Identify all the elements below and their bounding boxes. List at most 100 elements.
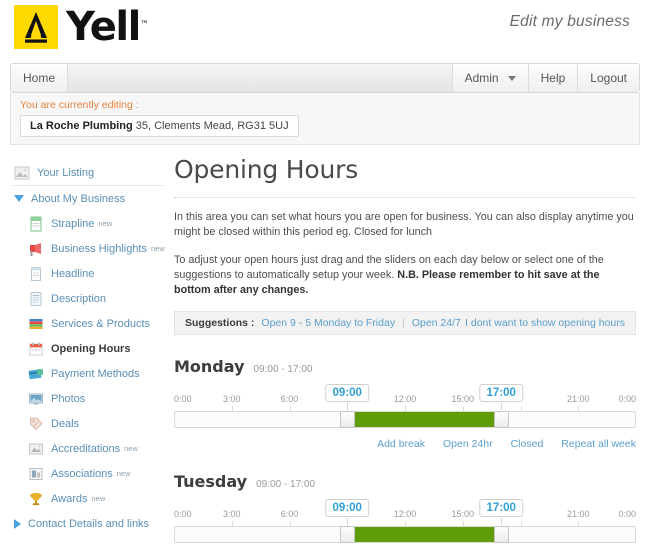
nav-logout-label: Logout	[590, 71, 627, 85]
sidebar-item-about-my-business[interactable]: About My Business	[12, 186, 164, 211]
business-chip[interactable]: La Roche Plumbing 35, Clements Mead, RG3…	[20, 115, 299, 137]
add-break-link-monday[interactable]: Add break	[377, 438, 425, 450]
slider-tickmark	[231, 406, 233, 412]
sidebar-item-label: Your Listing	[37, 166, 95, 179]
bubble-stem	[501, 403, 503, 410]
open-time-bubble[interactable]: 09:00	[325, 384, 369, 402]
suggestions-label: Suggestions :	[185, 317, 255, 329]
sidebar-item-label: Headline	[51, 267, 95, 280]
slider-tickmark	[289, 521, 291, 527]
hide-opening-hours-link[interactable]: I dont want to show opening hours	[465, 317, 625, 329]
sidebar-item-awards[interactable]: Awards new	[12, 486, 164, 511]
sidebar-item-description[interactable]: Description	[12, 286, 164, 311]
services-icon	[28, 316, 44, 332]
sidebar-item-strapline[interactable]: Strapline new	[12, 211, 164, 236]
highlights-icon	[28, 241, 44, 257]
accreditations-icon	[28, 441, 44, 457]
intro-paragraph-1: In this area you can set what hours you …	[174, 211, 634, 238]
slider-area-monday: 0:00 3:00 6:00 12:00 15:00 21:00 0:00 09:00 17:0…	[174, 384, 636, 428]
open-time-bubble[interactable]: 09:00	[325, 499, 369, 517]
nav-item-logout[interactable]: Logout	[578, 64, 639, 92]
new-badge: new	[116, 469, 131, 478]
currently-editing-label: You are currently editing :	[20, 99, 139, 111]
sidebar-item-label: Business Highlights	[51, 242, 147, 255]
new-badge: new	[151, 244, 165, 253]
nav-item-help[interactable]: Help	[528, 64, 579, 92]
day-header-monday: Monday 09:00 - 17:00	[174, 357, 636, 376]
sidebar-item-associations[interactable]: Associations new	[12, 461, 164, 486]
slider-area-tuesday: 0:00 3:00 6:00 12:00 15:00 21:00 0:00 09:00 17:0…	[174, 499, 636, 543]
tick-label: 3:00	[222, 394, 241, 404]
yell-logo-icon	[14, 5, 58, 49]
tick-label: 0:00	[618, 394, 636, 404]
slider-handle-close-time[interactable]	[494, 526, 510, 543]
sidebar-item-accreditations[interactable]: Accreditations new	[12, 436, 164, 461]
nav-item-admin[interactable]: Admin	[452, 64, 529, 92]
sidebar-item-label: Services & Products	[51, 317, 151, 330]
page-header: Yell™ Edit my business	[0, 0, 650, 58]
repeat-all-week-link-monday[interactable]: Repeat all week	[561, 438, 636, 450]
slider-track-wrap-monday: 09:00 17:00	[174, 384, 636, 428]
suggestions-divider: |	[402, 317, 405, 329]
closed-link-monday[interactable]: Closed	[511, 438, 544, 450]
sidebar-item-label: Opening Hours	[51, 342, 131, 355]
chevron-down-icon	[507, 75, 516, 81]
nav-help-label: Help	[540, 71, 566, 85]
sidebar-item-label: Awards	[51, 492, 88, 505]
open-hours-fill	[353, 527, 503, 542]
tick-label: 3:00	[222, 509, 241, 519]
day-actions-monday: Add break Open 24hr Closed Repeat all week	[174, 438, 636, 450]
close-time-bubble[interactable]: 17:00	[479, 384, 523, 402]
slider-handle-close-time[interactable]	[494, 411, 510, 428]
tick-label: 6:00	[280, 509, 299, 519]
business-name: La Roche Plumbing	[30, 120, 133, 132]
close-time-bubble[interactable]: 17:00	[479, 499, 523, 517]
sidebar-nav: Your Listing About My Business Strapline ne…	[12, 160, 165, 536]
sidebar-item-headline[interactable]: Headline	[12, 261, 164, 286]
sidebar-item-label: Contact Details and links	[28, 517, 150, 530]
sidebar-item-label: Strapline	[51, 217, 95, 230]
day-name: Monday	[174, 357, 245, 376]
slider-tickmark	[231, 521, 233, 527]
tick-label: 15:00	[451, 394, 475, 404]
suggestion-open-9-5[interactable]: Open 9 - 5 Monday to Friday	[261, 317, 395, 329]
sidebar-item-opening-hours[interactable]: Opening Hours	[12, 336, 164, 361]
day-header-tuesday: Tuesday 09:00 - 17:00	[174, 472, 636, 491]
bubble-stem	[347, 518, 349, 525]
calendar-icon	[28, 341, 44, 357]
day-block-tuesday: Tuesday 09:00 - 17:00 0:00 3:00 6:00 12:00 15:…	[174, 472, 636, 546]
sidebar-item-label: About My Business	[31, 192, 126, 205]
sidebar-item-business-highlights[interactable]: Business Highlights new	[12, 236, 165, 261]
nav-item-home[interactable]: Home	[11, 64, 69, 92]
navbar-right-group: Admin Help Logout	[452, 64, 639, 92]
new-badge: new	[98, 219, 113, 228]
strapline-icon	[28, 216, 44, 232]
app-root: Yell™ Edit my business Home Admin Help L…	[0, 0, 650, 546]
sidebar-item-contact-details-and-links[interactable]: Contact Details and links	[12, 511, 164, 536]
sidebar-item-label: Deals	[51, 417, 80, 430]
sidebar-item-services-products[interactable]: Services & Products	[12, 311, 164, 336]
sidebar-item-payment-methods[interactable]: Payment Methods	[12, 361, 164, 386]
day-name: Tuesday	[174, 472, 248, 491]
suggestion-open-24-7[interactable]: Open 24/7	[412, 317, 461, 329]
slider-handle-open-time[interactable]	[340, 526, 356, 543]
title-divider	[174, 197, 636, 198]
day-hours-summary: 09:00 - 17:00	[256, 479, 316, 490]
sidebar-item-label: Accreditations	[51, 442, 121, 455]
payment-card-icon	[28, 366, 44, 382]
sidebar-item-photos[interactable]: Photos	[12, 386, 164, 411]
slider-tickmark	[578, 406, 580, 412]
slider-track-wrap-tuesday: 09:00 17:00	[174, 499, 636, 543]
tick-label: 12:00	[393, 509, 417, 519]
sidebar-item-label: Payment Methods	[51, 367, 140, 380]
page-title: Opening Hours	[174, 155, 359, 184]
sidebar-item-your-listing[interactable]: Your Listing	[12, 160, 164, 186]
listing-icon	[14, 165, 30, 181]
slider-handle-open-time[interactable]	[340, 411, 356, 428]
yell-logo[interactable]: Yell™	[14, 5, 149, 49]
days-list: Monday 09:00 - 17:00 0:00 3:00 6:00 12:00 15:0…	[174, 357, 636, 546]
tick-label: 0:00	[174, 394, 192, 404]
sidebar-item-deals[interactable]: Deals	[12, 411, 164, 436]
day-hours-summary: 09:00 - 17:00	[253, 364, 313, 375]
open-24hr-link-monday[interactable]: Open 24hr	[443, 438, 493, 450]
